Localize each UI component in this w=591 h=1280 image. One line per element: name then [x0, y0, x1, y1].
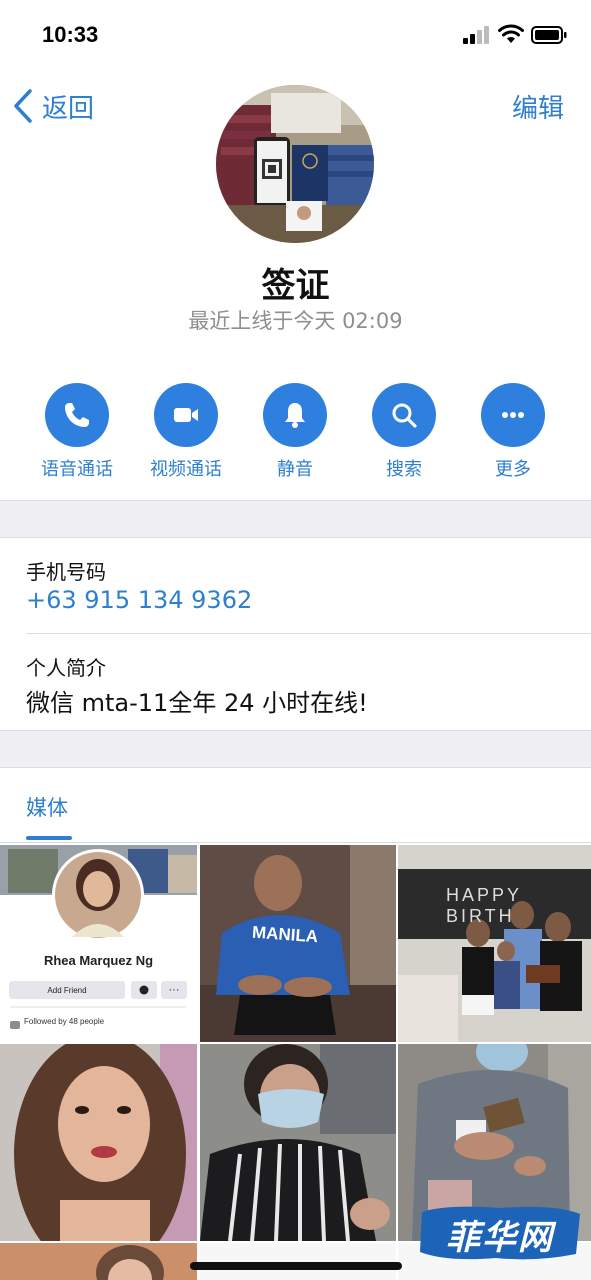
media-thumbnail[interactable]: HAPPY BIRTH	[398, 845, 591, 1042]
battery-icon	[531, 26, 567, 44]
status-time: 10:33	[42, 22, 99, 47]
info-divider	[26, 633, 591, 634]
add-friend-button: Add Friend	[9, 981, 125, 999]
media-thumbnail[interactable]	[0, 1243, 197, 1280]
bell-icon	[285, 403, 305, 428]
wifi-icon	[498, 24, 524, 43]
add-friend-label: Add Friend	[47, 985, 87, 995]
section-separator	[0, 730, 591, 768]
avatar-photo	[216, 85, 374, 243]
edit-button[interactable]: 编辑	[512, 88, 564, 125]
video-camera-icon	[174, 408, 198, 422]
contact-name: 签证	[261, 266, 330, 306]
fb-card-graphic	[0, 845, 197, 1029]
banner-text: HAPPY BIRTH	[446, 885, 522, 926]
back-label: 返回	[42, 93, 95, 124]
bio-text: 微信 mta-11全年 24 小时在线!	[26, 689, 368, 717]
fb-profile-name: Rhea Marquez Ng	[43, 953, 154, 968]
search-button[interactable]: 搜索	[349, 383, 459, 481]
avatar[interactable]	[216, 85, 374, 243]
chevron-left-icon	[14, 89, 32, 123]
back-button[interactable]: 返回	[10, 86, 94, 126]
watermark-logo: 菲华网	[416, 1202, 584, 1264]
mute-button[interactable]: 静音	[240, 383, 350, 481]
more-label: 更多	[495, 459, 531, 480]
home-indicator[interactable]	[190, 1262, 402, 1270]
tab-media-indicator	[26, 836, 72, 840]
search-icon	[392, 403, 417, 428]
action-row: 语音通话 视频通话 静音 搜索 更多	[0, 383, 591, 483]
more-dots-icon: ···	[161, 981, 187, 999]
watermark-text: 菲华网	[446, 1218, 554, 1258]
messenger-icon	[131, 981, 157, 999]
voice-call-label: 语音通话	[41, 459, 113, 480]
last-seen-status: 最近上线于今天 02:09	[188, 309, 403, 333]
media-thumbnail[interactable]	[0, 1044, 197, 1241]
photo-partial	[0, 1243, 197, 1280]
tab-divider	[0, 842, 591, 843]
search-label: 搜索	[386, 459, 422, 480]
photo-birthday-group	[398, 845, 591, 1042]
mute-label: 静音	[277, 459, 313, 480]
media-thumbnail[interactable]: MANILA	[200, 845, 396, 1042]
more-dots-icon	[502, 412, 524, 418]
media-thumbnail[interactable]	[200, 1044, 396, 1241]
photo-masked-woman	[200, 1044, 396, 1241]
voice-call-button[interactable]: 语音通话	[22, 383, 132, 481]
photo-woman-selfie	[0, 1044, 197, 1241]
cellular-signal-icon	[463, 26, 489, 44]
fb-followers-text: Followed by 48 people	[24, 1017, 105, 1026]
section-separator	[0, 500, 591, 538]
phone-label: 手机号码	[26, 560, 106, 584]
phone-number[interactable]: +63 915 134 9362	[26, 586, 252, 614]
more-button[interactable]: 更多	[458, 383, 568, 481]
video-call-button[interactable]: 视频通话	[131, 383, 241, 481]
bio-label: 个人简介	[26, 656, 106, 680]
tab-media[interactable]: 媒体	[26, 792, 68, 822]
video-call-label: 视频通话	[150, 459, 222, 480]
phone-icon	[65, 403, 89, 427]
status-bar: 10:33	[0, 0, 591, 70]
media-thumbnail[interactable]: Rhea Marquez Ng Add Friend ··· Followed …	[0, 845, 197, 1042]
